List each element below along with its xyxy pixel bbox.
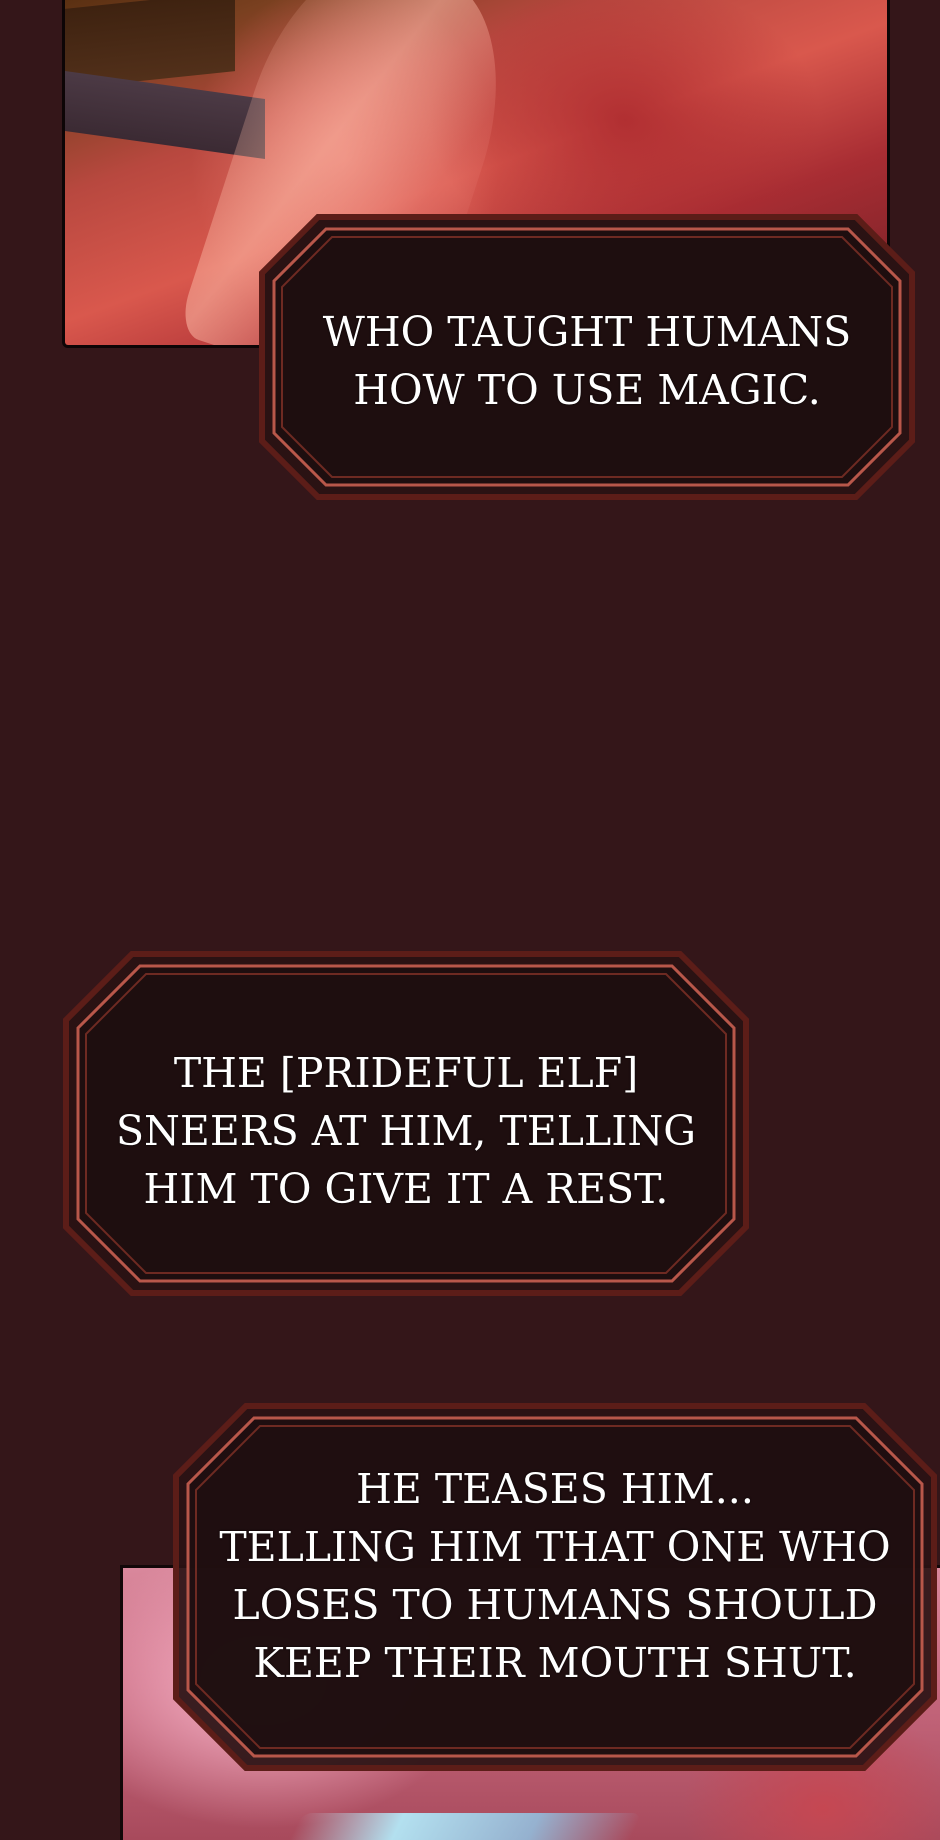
caption-box-top: WHO TAUGHT HUMANS HOW TO USE MAGIC. bbox=[258, 213, 916, 501]
panel-band-shape bbox=[65, 70, 265, 160]
caption-text-middle: THE [PRIDEFUL ELF] SNEERS AT HIM, TELLIN… bbox=[115, 1049, 697, 1213]
caption-box-middle: THE [PRIDEFUL ELF] SNEERS AT HIM, TELLIN… bbox=[62, 950, 750, 1297]
caption-text-top: WHO TAUGHT HUMANS HOW TO USE MAGIC. bbox=[322, 308, 852, 414]
sound-effect-glow bbox=[283, 1813, 643, 1840]
caption-box-bottom: HE TEASES HIM... TELLING HIM THAT ONE WH… bbox=[172, 1402, 938, 1772]
caption-text-bottom: HE TEASES HIM... TELLING HIM THAT ONE WH… bbox=[219, 1465, 891, 1687]
